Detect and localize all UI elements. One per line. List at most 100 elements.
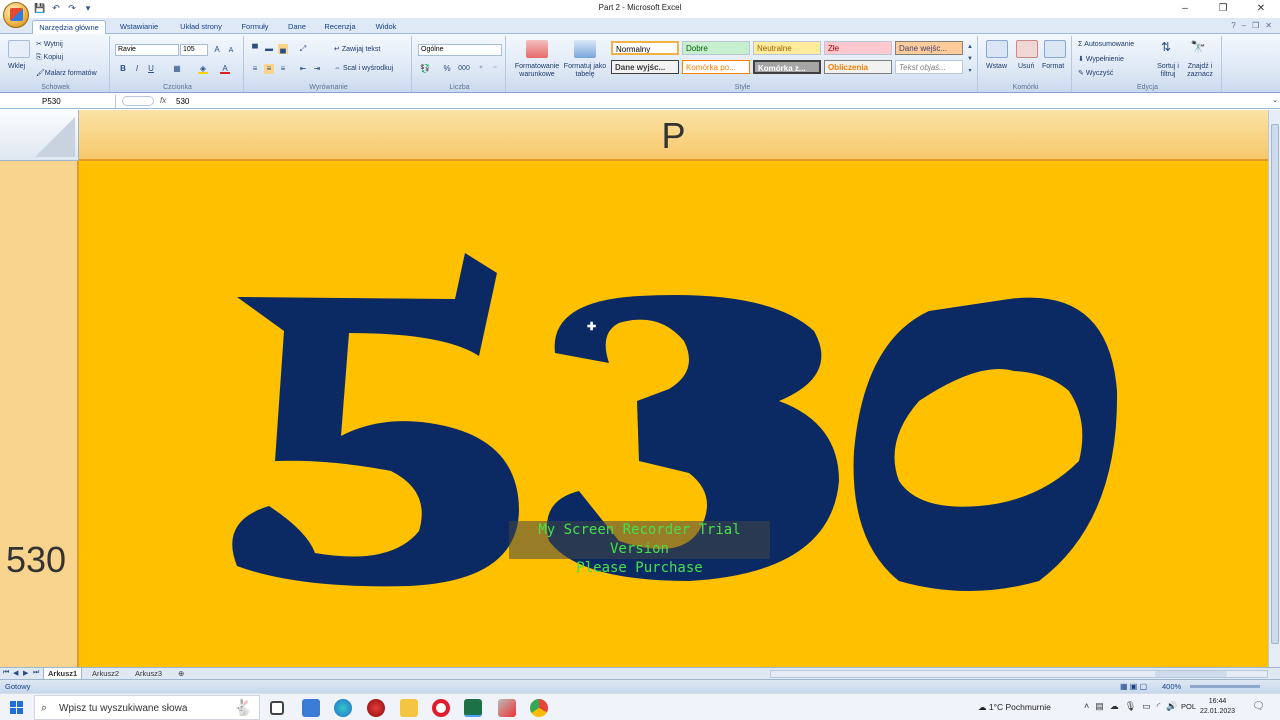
paste-button[interactable]: Wklej [8, 63, 25, 70]
conditional-formatting-icon[interactable] [526, 40, 548, 58]
style-check-cell[interactable]: Komórka z... [753, 60, 821, 74]
border-icon[interactable]: ▦ [172, 64, 182, 74]
formula-bar-splitter[interactable] [122, 96, 154, 106]
prev-sheet-icon[interactable]: ◀ [13, 669, 18, 677]
find-select-button[interactable]: Znajdź i zaznacz [1184, 63, 1216, 79]
notification-icon[interactable]: 🗨 [1252, 701, 1265, 712]
last-sheet-icon[interactable]: ⏭ [33, 669, 39, 677]
style-normal[interactable]: Normalny [611, 41, 679, 55]
select-all-corner[interactable] [0, 110, 79, 161]
style-linked-cell[interactable]: Komórka po... [682, 60, 750, 74]
font-size-select[interactable]: 105 [180, 44, 208, 56]
align-bottom-icon[interactable]: ▄ [278, 44, 288, 54]
align-left-icon[interactable]: ≡ [250, 64, 260, 74]
vertical-scrollbar[interactable] [1268, 110, 1280, 667]
format-as-table-icon[interactable] [574, 40, 596, 58]
tab-page-layout[interactable]: Układ strony [172, 20, 230, 34]
onedrive-icon[interactable]: ☁ [1110, 701, 1119, 712]
tab-formulas[interactable]: Formuły [236, 20, 274, 34]
screen-recorder-icon[interactable] [498, 699, 516, 717]
battery-icon[interactable]: ▭ [1142, 701, 1151, 712]
styles-more-icon[interactable]: ▾ [965, 66, 975, 76]
insert-cells-button[interactable]: Wstaw [986, 63, 1007, 70]
currency-icon[interactable]: 💱 [420, 64, 430, 74]
merge-center-button[interactable]: ⇔ Scal i wyśrodkuj [334, 65, 393, 72]
binoculars-icon[interactable]: 🔭 [1190, 41, 1206, 53]
autosum-button[interactable]: Σ Autosumowanie [1078, 41, 1134, 48]
styles-scroll-down-icon[interactable]: ▼ [965, 54, 975, 64]
number-format-select[interactable]: Ogólne [418, 44, 502, 56]
zoom-slider[interactable] [1190, 685, 1260, 688]
format-cells-button[interactable]: Format [1042, 63, 1064, 70]
style-calculation[interactable]: Obliczenia [824, 60, 892, 74]
increase-decimal-icon[interactable]: ⁺ [476, 64, 486, 74]
name-box[interactable]: P530 [0, 95, 116, 108]
red-app-icon[interactable] [367, 699, 385, 717]
styles-scroll-up-icon[interactable]: ▲ [965, 42, 975, 52]
tab-data[interactable]: Dane [280, 20, 314, 34]
task-view-icon[interactable] [270, 701, 284, 715]
language-indicator[interactable]: POL [1181, 702, 1196, 711]
format-as-table-button[interactable]: Formatuj jako tabelę [562, 63, 608, 79]
expand-formula-bar-icon[interactable]: ⌄ [1272, 96, 1278, 104]
microphone-icon[interactable]: 🎙 [1125, 701, 1136, 712]
horizontal-scrollbar[interactable] [770, 670, 1268, 678]
font-color-icon[interactable]: A [220, 64, 230, 74]
view-mode-icons[interactable]: ▦ ▣ ▢ [1120, 682, 1147, 691]
tab-insert[interactable]: Wstawianie [112, 20, 166, 34]
office-button[interactable] [3, 2, 29, 28]
fill-button[interactable]: ⬇ Wypełnienie [1078, 55, 1124, 63]
format-cells-icon[interactable] [1044, 40, 1066, 58]
delete-cells-button[interactable]: Usuń [1018, 63, 1034, 70]
style-output[interactable]: Dane wyjśc... [611, 60, 679, 74]
taskbar-search[interactable]: ⌕ Wpisz tu wyszukiwane słowa 🐇 [34, 695, 260, 720]
mail-icon[interactable] [302, 699, 320, 717]
ribbon-close-icon[interactable]: ✕ [1265, 21, 1272, 30]
weather-widget[interactable]: ☁ 1°C Pochmurnie [978, 702, 1051, 713]
fill-color-icon[interactable]: ◈ [198, 64, 208, 74]
align-middle-icon[interactable]: ▬ [264, 44, 274, 54]
format-painter-button[interactable]: 🖌Malarz formatów [36, 69, 97, 77]
copy-button[interactable]: ⎘ Kopiuj [36, 54, 63, 62]
thousands-button[interactable]: 000 [456, 64, 472, 74]
decrease-decimal-icon[interactable]: ⁻ [490, 64, 500, 74]
sort-filter-icon[interactable]: ⇅ [1158, 41, 1174, 53]
windows-start-icon[interactable] [10, 701, 23, 714]
opera-icon[interactable] [432, 699, 450, 717]
shrink-font-icon[interactable]: A [226, 46, 236, 56]
fx-icon[interactable]: fx [160, 96, 166, 105]
paste-icon[interactable] [8, 40, 30, 58]
decrease-indent-icon[interactable]: ⇤ [298, 64, 308, 74]
edge-icon[interactable] [334, 699, 352, 717]
chevron-up-icon[interactable]: ˄ [1084, 701, 1089, 712]
network-icon[interactable]: ▤ [1095, 701, 1104, 712]
minimize-button[interactable]: – [1166, 0, 1204, 18]
wrap-text-button[interactable]: ↵ Zawijaj tekst [334, 45, 380, 53]
style-explanatory[interactable]: Tekst objaś... [895, 60, 963, 74]
active-cell[interactable]: 530 [79, 161, 1268, 667]
italic-button[interactable]: I [132, 64, 142, 74]
align-center-icon[interactable]: ≡ [264, 64, 274, 74]
wifi-icon[interactable]: ◜ [1157, 701, 1161, 712]
ribbon-minimize-icon[interactable]: – [1242, 21, 1246, 30]
zoom-level[interactable]: 400% [1162, 682, 1181, 691]
grow-font-icon[interactable]: A [212, 45, 222, 55]
align-top-icon[interactable]: ▀ [250, 44, 260, 54]
orientation-icon[interactable]: ⤢ [298, 44, 308, 54]
tab-view[interactable]: Widok [366, 20, 406, 34]
style-input[interactable]: Dane wejśc... [895, 41, 963, 55]
style-bad[interactable]: Złe [824, 41, 892, 55]
insert-cells-icon[interactable] [986, 40, 1008, 58]
volume-icon[interactable]: 🔊 [1166, 701, 1177, 712]
bold-button[interactable]: B [118, 64, 128, 74]
formula-input[interactable]: 530 [176, 95, 189, 108]
column-header-p[interactable]: P [79, 110, 1268, 161]
conditional-formatting-button[interactable]: Formatowanie warunkowe [510, 63, 564, 79]
style-good[interactable]: Dobre [682, 41, 750, 55]
tab-review[interactable]: Recenzja [320, 20, 360, 34]
font-name-select[interactable]: Ravie [115, 44, 179, 56]
row-header[interactable]: 530 [0, 161, 79, 667]
close-button[interactable]: ✕ [1242, 0, 1280, 18]
file-explorer-icon[interactable] [400, 699, 418, 717]
underline-button[interactable]: U [146, 64, 156, 74]
